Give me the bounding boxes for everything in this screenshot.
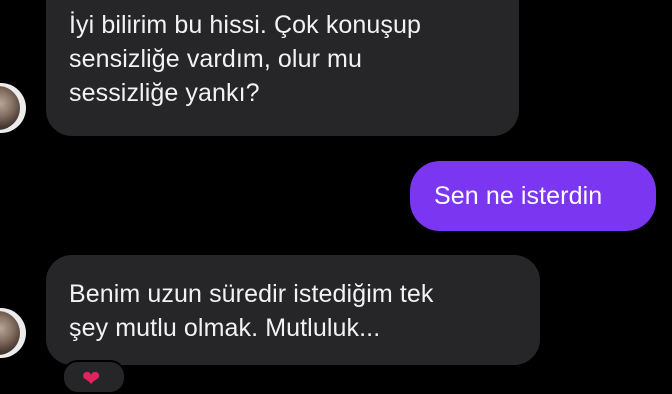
message-text-line: sensizliğe vardım, olur mu [69, 45, 362, 73]
reaction-badge[interactable]: ❤ [62, 360, 126, 394]
message-text-line: Sen ne isterdin [434, 182, 603, 210]
heart-icon: ❤ [82, 366, 101, 391]
message-text-line: Benim uzun süredir istediğim tek [69, 280, 434, 308]
message-bubble-incoming[interactable]: Benim uzun süredir istediğim tek şey mut… [46, 255, 540, 365]
message-bubble-outgoing[interactable]: Sen ne isterdin [410, 161, 656, 231]
message-text-line: sessizliğe yankı? [69, 79, 260, 107]
chat-thread: İyi bilirim bu hissi. Çok konuşup sensiz… [0, 0, 672, 394]
message-text-line: İyi bilirim bu hissi. Çok konuşup [69, 11, 422, 39]
message-text-line: şey mutlu olmak. Mutluluk... [69, 314, 381, 342]
message-bubble-incoming[interactable]: İyi bilirim bu hissi. Çok konuşup sensiz… [46, 0, 519, 136]
